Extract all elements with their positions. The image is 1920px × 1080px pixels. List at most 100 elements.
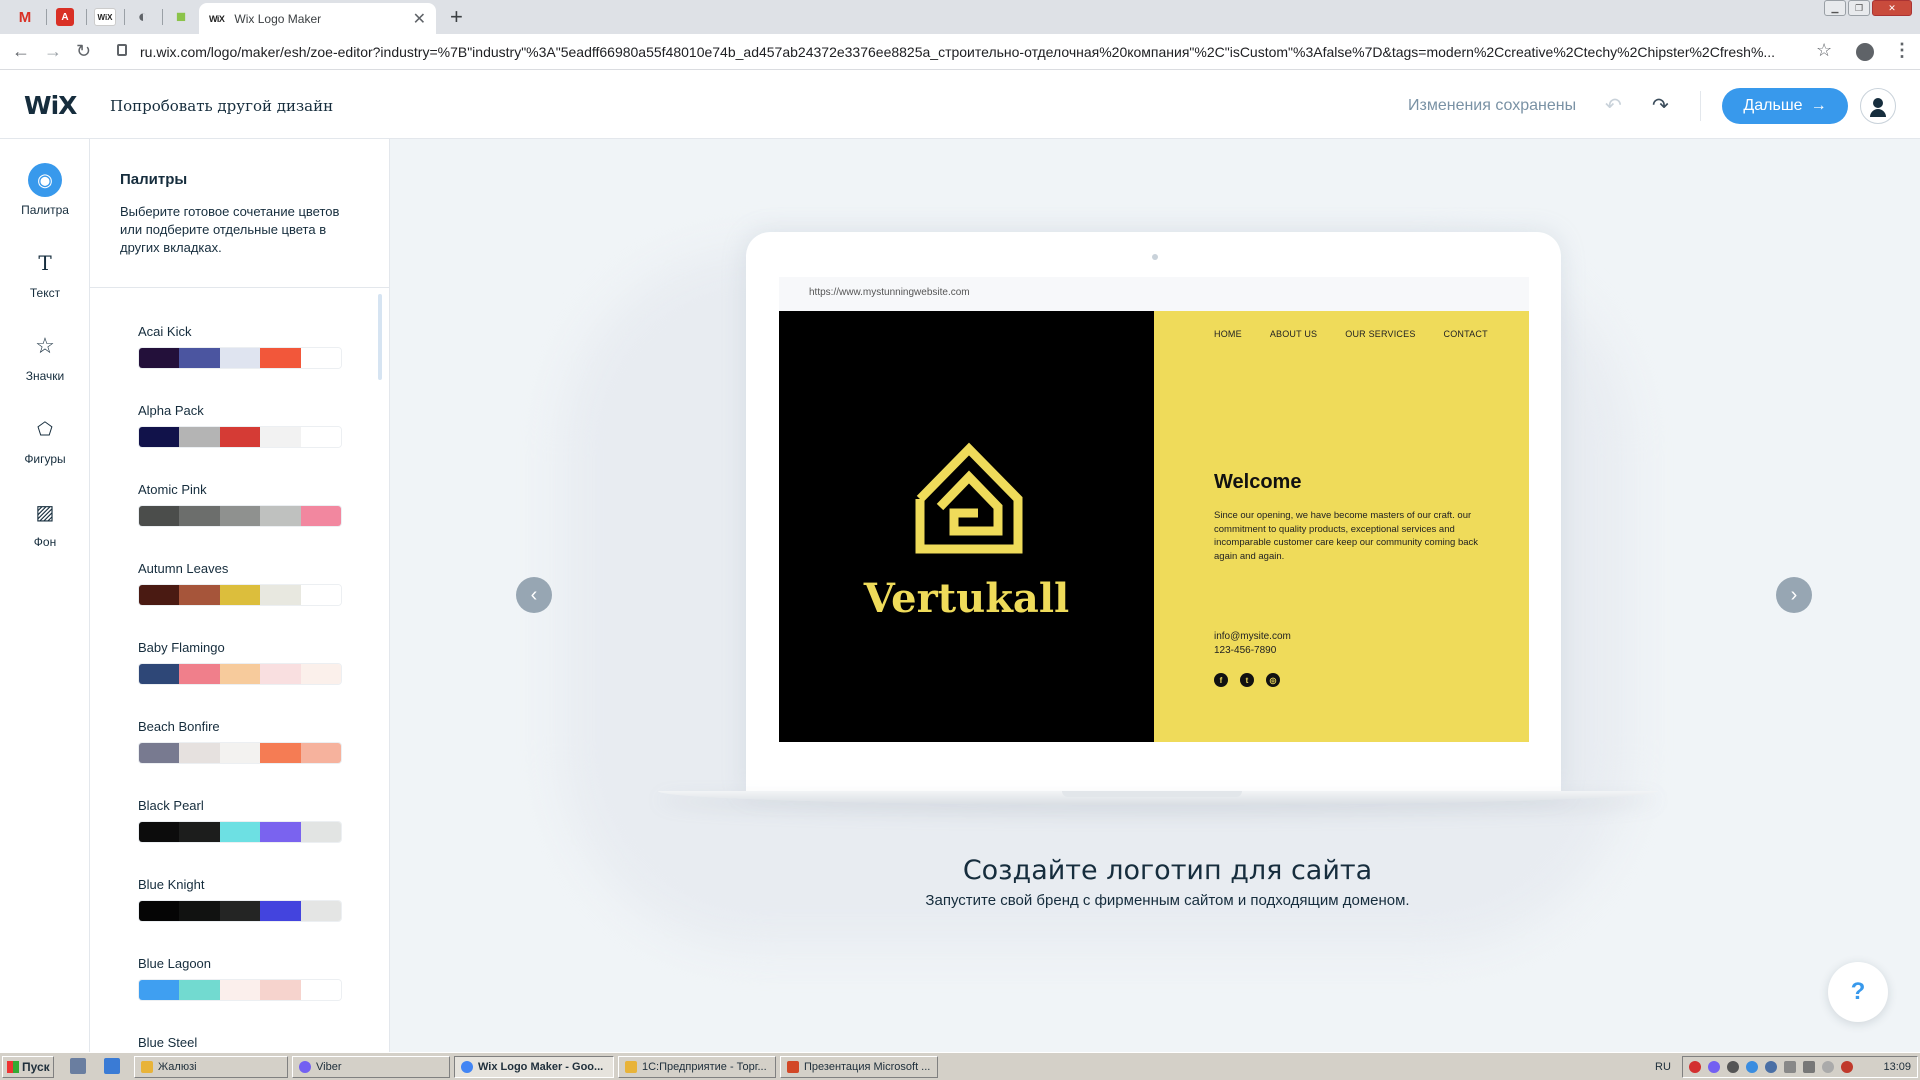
minimize-icon[interactable]: ▁: [1824, 0, 1846, 16]
clock: 13:09: [1883, 1061, 1911, 1073]
palette-icon: ◉: [28, 163, 62, 197]
address-bar: ← → ↻ ru.wix.com/logo/maker/esh/zoe-edit…: [0, 34, 1920, 70]
palette-item[interactable]: Acai Kick: [138, 324, 344, 403]
close-window-icon[interactable]: ✕: [1872, 0, 1912, 16]
new-tab-button[interactable]: +: [450, 4, 463, 30]
maximize-icon[interactable]: ❐: [1848, 0, 1870, 16]
language-indicator[interactable]: RU: [1655, 1061, 1671, 1073]
color-swatch: [219, 743, 261, 763]
palette-item[interactable]: Alpha Pack: [138, 403, 344, 482]
palette-name: Alpha Pack: [138, 403, 204, 418]
pinned-tab-pdf[interactable]: A: [48, 4, 82, 30]
tools-rail: ◉ Палитра T Текст ☆ Значки ⬠ Фигуры ▨ Фо…: [0, 139, 90, 1052]
palette-name: Blue Lagoon: [138, 956, 212, 971]
color-swatch: [219, 822, 261, 842]
rail-label: Текст: [29, 286, 61, 300]
shop-icon: ■: [175, 7, 187, 26]
palette-item[interactable]: Black Pearl: [138, 798, 344, 877]
mock-nav-item: ABOUT US: [1269, 329, 1318, 339]
show-desktop-icon[interactable]: [70, 1058, 86, 1074]
account-button[interactable]: [1860, 88, 1896, 124]
color-swatch: [179, 348, 220, 368]
color-swatch: [260, 901, 301, 921]
palette-name: Autumn Leaves: [138, 561, 229, 576]
help-button[interactable]: ?: [1828, 962, 1888, 1022]
system-tray: 13:09: [1682, 1056, 1918, 1078]
wix-logo[interactable]: WiX: [24, 91, 77, 120]
browser-profile-icon[interactable]: [1856, 43, 1874, 61]
quicklaunch-icon[interactable]: [104, 1058, 120, 1074]
tray-app-icon[interactable]: [1841, 1061, 1853, 1073]
mock-social-icons: f t ◎: [1214, 673, 1280, 687]
palette-item[interactable]: Baby Flamingo: [138, 640, 344, 719]
url-field[interactable]: ru.wix.com/logo/maker/esh/zoe-editor?ind…: [140, 44, 1800, 60]
flag-icon[interactable]: [1784, 1061, 1796, 1073]
prev-mockup-button[interactable]: ‹: [516, 577, 552, 613]
try-other-design-link[interactable]: Попробовать другой дизайн: [110, 97, 333, 115]
palette-item[interactable]: Blue Steel: [138, 1035, 344, 1052]
color-swatch: [260, 427, 301, 447]
palette-item[interactable]: Beach Bonfire: [138, 719, 344, 798]
redo-icon[interactable]: ↷: [1652, 93, 1669, 118]
palette-swatches[interactable]: [138, 505, 342, 527]
color-swatch: [179, 506, 220, 526]
undo-icon[interactable]: ↶: [1605, 93, 1622, 118]
palette-item[interactable]: Autumn Leaves: [138, 561, 344, 640]
volume-icon[interactable]: [1822, 1061, 1834, 1073]
task-chrome[interactable]: Wix Logo Maker - Goo...: [454, 1056, 614, 1078]
mock-nav-item: CONTACT: [1443, 329, 1488, 339]
opera-icon[interactable]: [1689, 1061, 1701, 1073]
next-mockup-button[interactable]: ›: [1776, 577, 1812, 613]
task-viber[interactable]: Viber: [292, 1056, 450, 1078]
palette-swatches[interactable]: [138, 663, 342, 685]
viber-tray-icon[interactable]: [1708, 1061, 1720, 1073]
pinned-tab-wix[interactable]: WiX: [88, 4, 122, 30]
task-powerpoint[interactable]: Презентация Microsoft ...: [780, 1056, 938, 1078]
color-swatch: [300, 743, 341, 763]
tray-app-icon[interactable]: [1727, 1061, 1739, 1073]
palette-swatches[interactable]: [138, 347, 342, 369]
display-icon[interactable]: [1803, 1061, 1815, 1073]
mock-site-url: https://www.mystunningwebsite.com: [779, 277, 1529, 311]
rail-item-shapes[interactable]: ⬠ Фигуры: [0, 412, 90, 467]
rail-item-background[interactable]: ▨ Фон: [0, 495, 90, 550]
os-taskbar: Пуск Жалюзі Viber Wix Logo Maker - Goo..…: [0, 1052, 1920, 1080]
palette-swatches[interactable]: [138, 742, 342, 764]
palette-swatches[interactable]: [138, 900, 342, 922]
tray-app-icon[interactable]: [1765, 1061, 1777, 1073]
mock-body-text: Since our opening, we have become master…: [1214, 510, 1479, 562]
bookmark-star-icon[interactable]: ☆: [1816, 40, 1832, 61]
color-swatch: [139, 427, 180, 447]
network-icon[interactable]: [1746, 1061, 1758, 1073]
palette-item[interactable]: Blue Knight: [138, 877, 344, 956]
forward-icon[interactable]: →: [44, 41, 62, 62]
start-button[interactable]: Пуск: [2, 1056, 54, 1078]
task-label: Wix Logo Maker - Goo...: [478, 1061, 604, 1073]
palette-swatches[interactable]: [138, 584, 342, 606]
palette-swatches[interactable]: [138, 979, 342, 1001]
palette-swatches[interactable]: [138, 821, 342, 843]
pinned-tab-globe[interactable]: ◐: [126, 4, 160, 30]
mock-email: info@mysite.com: [1214, 631, 1291, 642]
tab-wix-logo-maker[interactable]: WiX Wix Logo Maker ✕: [199, 3, 436, 34]
task-1c[interactable]: 1С:Предприятие - Торг...: [618, 1056, 776, 1078]
close-tab-icon[interactable]: ✕: [413, 9, 426, 29]
color-swatch: [300, 506, 341, 526]
back-icon[interactable]: ←: [12, 41, 30, 62]
panel-scrollbar[interactable]: [378, 294, 382, 380]
task-zhaluzi[interactable]: Жалюзі: [134, 1056, 288, 1078]
reload-icon[interactable]: ↻: [76, 41, 91, 62]
palette-item[interactable]: Atomic Pink: [138, 482, 344, 561]
palette-name: Blue Knight: [138, 877, 205, 892]
pinned-tab-gmail[interactable]: M: [8, 4, 42, 30]
rail-item-palette[interactable]: ◉ Палитра: [0, 163, 90, 217]
palette-swatches[interactable]: [138, 426, 342, 448]
browser-menu-icon[interactable]: ⋮: [1893, 40, 1911, 61]
rail-item-text[interactable]: T Текст: [0, 246, 90, 300]
rail-item-icons[interactable]: ☆ Значки: [0, 329, 90, 383]
wix-favicon-icon: WiX: [209, 13, 225, 24]
pinned-tab-shop[interactable]: ■: [164, 4, 198, 30]
next-button[interactable]: Дальше →: [1722, 88, 1848, 124]
palette-item[interactable]: Blue Lagoon: [138, 956, 344, 1035]
color-swatch: [260, 664, 301, 684]
